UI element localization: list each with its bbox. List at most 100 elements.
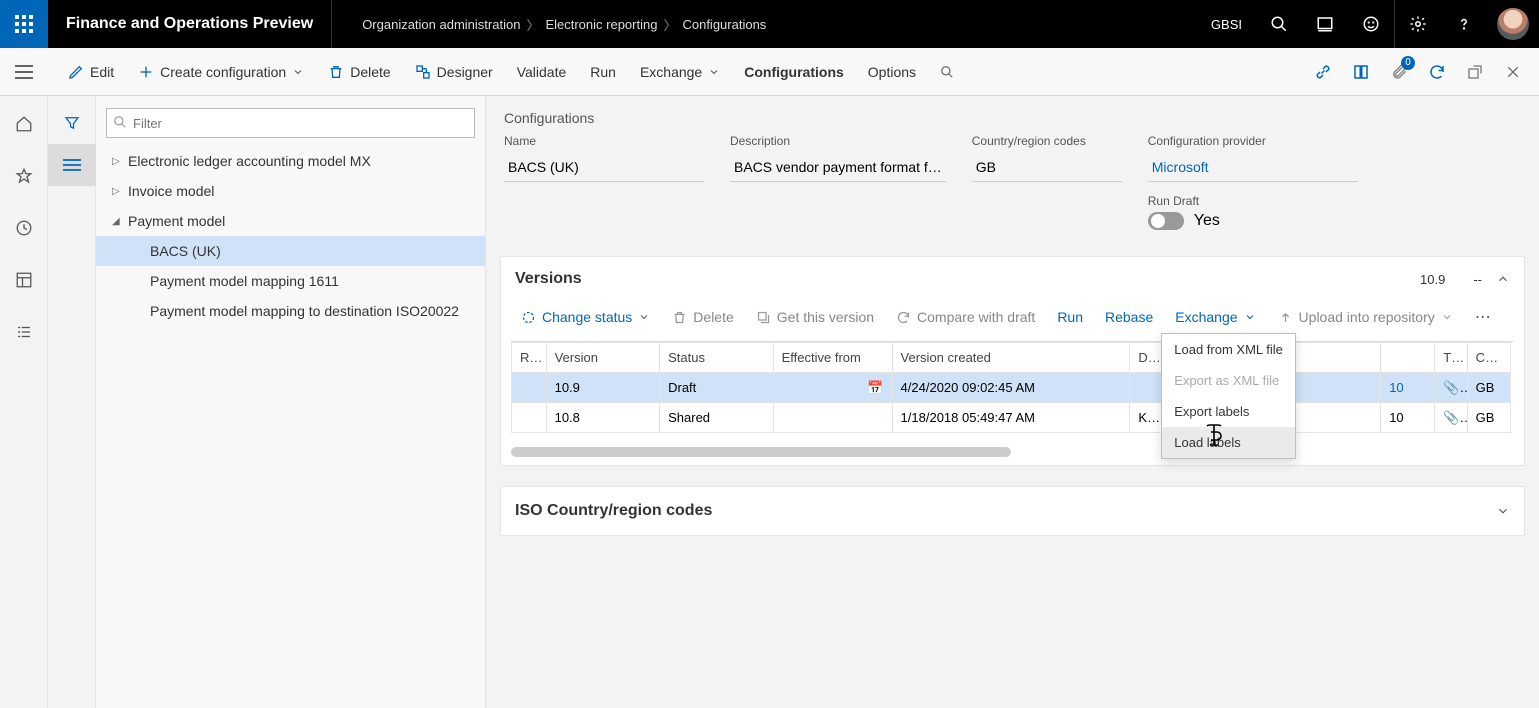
col-status[interactable]: Status: [660, 343, 774, 373]
cell-attach[interactable]: 📎: [1435, 373, 1467, 403]
rebase-button[interactable]: Rebase: [1095, 303, 1163, 331]
tree-row[interactable]: ▷Electronic ledger accounting model MX: [96, 146, 485, 176]
modules-icon[interactable]: [0, 314, 48, 350]
edit-button[interactable]: Edit: [56, 48, 126, 96]
delete-label: Delete: [693, 309, 733, 325]
field-value[interactable]: GB: [972, 152, 1122, 182]
tree-row-selected[interactable]: BACS (UK): [96, 236, 485, 266]
company-code[interactable]: GBSI: [1197, 17, 1256, 32]
options-button[interactable]: Options: [856, 48, 928, 96]
menu-load-from-xml[interactable]: Load from XML file: [1162, 334, 1295, 365]
expand-icon[interactable]: ▷: [112, 156, 128, 167]
book-icon[interactable]: [1343, 54, 1379, 90]
versions-delete-button[interactable]: Delete: [662, 303, 743, 331]
cell-effective[interactable]: 📅: [773, 373, 892, 403]
cmdbar-search[interactable]: [928, 48, 966, 96]
field-value-link[interactable]: Microsoft: [1148, 152, 1358, 182]
list-tab[interactable]: [48, 144, 96, 186]
more-actions-button[interactable]: ⋯: [1469, 301, 1497, 333]
field-value[interactable]: BACS (UK): [504, 152, 704, 182]
table-row[interactable]: 10.8 Shared 1/18/2018 05:49:47 AM KB4 ym…: [512, 403, 1511, 433]
iso-card[interactable]: ISO Country/region codes: [500, 486, 1525, 536]
run-label: Run: [590, 64, 616, 80]
run-button[interactable]: Run: [578, 48, 628, 96]
iso-card-header[interactable]: ISO Country/region codes: [501, 487, 1524, 535]
monitor-icon[interactable]: [1302, 0, 1348, 48]
nav-hamburger[interactable]: [0, 48, 48, 95]
tree-row[interactable]: ▷Invoice model: [96, 176, 485, 206]
create-configuration-button[interactable]: Create configuration: [126, 48, 316, 96]
col-t[interactable]: T…: [1435, 343, 1467, 373]
spinner-icon: [521, 310, 536, 325]
col-version[interactable]: Version: [546, 343, 660, 373]
tree-filter-input[interactable]: [106, 108, 475, 138]
waffle-app-launcher[interactable]: [0, 0, 48, 48]
refresh-icon[interactable]: [1419, 54, 1455, 90]
collapse-icon[interactable]: ◢: [112, 216, 128, 227]
tree-row[interactable]: ◢Payment model: [96, 206, 485, 236]
tree-row[interactable]: Payment model mapping 1611: [96, 266, 485, 296]
main-content: Configurations Name BACS (UK) Descriptio…: [486, 96, 1539, 708]
cell-base-num[interactable]: 10: [1381, 373, 1435, 403]
expand-icon[interactable]: ▷: [112, 186, 128, 197]
smile-icon[interactable]: [1348, 0, 1394, 48]
app-title: Finance and Operations Preview: [48, 15, 331, 33]
waffle-icon: [15, 15, 33, 33]
home-icon[interactable]: [0, 106, 48, 142]
table-row[interactable]: 10.9 Draft 📅 4/24/2020 09:02:45 AM yment…: [512, 373, 1511, 403]
help-icon[interactable]: [1441, 0, 1487, 48]
tree-row[interactable]: Payment model mapping to destination ISO…: [96, 296, 485, 326]
field-label: Configuration provider: [1148, 134, 1358, 152]
configurations-tree[interactable]: ▷Electronic ledger accounting model MX ▷…: [96, 146, 485, 708]
calendar-icon[interactable]: 📅: [867, 380, 883, 396]
chevron-down-icon[interactable]: [1496, 504, 1510, 518]
cell-attach[interactable]: 📎: [1435, 403, 1467, 433]
configurations-tab[interactable]: Configurations: [732, 48, 856, 96]
designer-button[interactable]: Designer: [403, 48, 505, 96]
gear-icon[interactable]: [1395, 0, 1441, 48]
popout-icon[interactable]: [1457, 54, 1493, 90]
delete-button[interactable]: Delete: [316, 48, 402, 96]
attachment-icon[interactable]: 0: [1381, 54, 1417, 90]
breadcrumb-item-1[interactable]: Electronic reporting: [545, 17, 657, 32]
menu-load-labels[interactable]: Load labels: [1162, 427, 1295, 458]
exchange-button[interactable]: Exchange: [628, 48, 732, 96]
col-r[interactable]: R…: [512, 343, 547, 373]
compare-icon: [896, 310, 911, 325]
menu-export-labels[interactable]: Export labels: [1162, 396, 1295, 427]
versions-grid[interactable]: R… Version Status Effective from Version…: [511, 342, 1511, 433]
field-value[interactable]: BACS vendor payment format f…: [730, 152, 946, 182]
filter-tab[interactable]: [48, 102, 96, 144]
chevron-down-icon: [1441, 311, 1453, 323]
col-des[interactable]: Des…: [1130, 343, 1165, 373]
chevron-up-icon[interactable]: [1496, 272, 1510, 286]
recent-icon[interactable]: [0, 210, 48, 246]
compare-button[interactable]: Compare with draft: [886, 303, 1045, 331]
versions-header[interactable]: Versions 10.9 --: [501, 257, 1524, 301]
upload-repo-button[interactable]: Upload into repository: [1268, 303, 1463, 331]
breadcrumb-item-0[interactable]: Organization administration: [362, 17, 520, 32]
validate-button[interactable]: Validate: [505, 48, 579, 96]
versions-run-button[interactable]: Run: [1047, 303, 1093, 331]
col-effective[interactable]: Effective from: [773, 343, 892, 373]
link-icon[interactable]: [1305, 54, 1341, 90]
tree-item-label: BACS (UK): [150, 243, 221, 259]
close-icon[interactable]: [1495, 54, 1531, 90]
breadcrumb-item-2[interactable]: Configurations: [682, 17, 766, 32]
search-icon[interactable]: [1256, 0, 1302, 48]
star-icon[interactable]: [0, 158, 48, 194]
get-version-button[interactable]: Get this version: [746, 303, 884, 331]
edit-label: Edit: [90, 64, 114, 80]
cell-effective[interactable]: [773, 403, 892, 433]
versions-exchange-button[interactable]: Exchange Load from XML file Export as XM…: [1165, 303, 1265, 331]
versions-title: Versions: [515, 270, 582, 288]
horizontal-scrollbar[interactable]: [511, 447, 1011, 457]
col-co[interactable]: Co…: [1467, 343, 1510, 373]
field-label: Country/region codes: [972, 134, 1122, 152]
workspaces-icon[interactable]: [0, 262, 48, 298]
tree-item-label: Payment model: [128, 213, 225, 229]
run-draft-toggle[interactable]: Yes: [1148, 212, 1358, 230]
col-created[interactable]: Version created: [892, 343, 1130, 373]
change-status-button[interactable]: Change status: [511, 303, 660, 331]
user-avatar[interactable]: [1497, 8, 1529, 40]
